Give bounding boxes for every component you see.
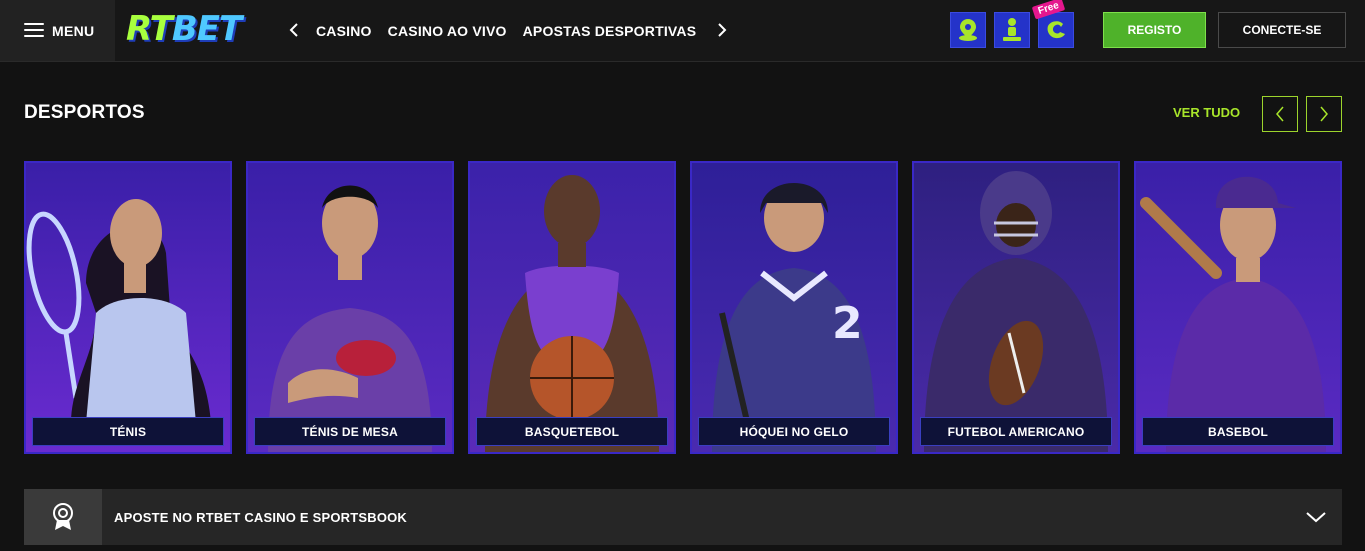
main-nav: CASINO CASINO AO VIVO APOSTAS DESPORTIVA…	[316, 0, 696, 61]
user-support-icon[interactable]	[994, 12, 1030, 48]
sport-card-tennis[interactable]: TÉNIS	[24, 161, 232, 454]
nav-sports-betting[interactable]: APOSTAS DESPORTIVAS	[523, 23, 697, 39]
login-button[interactable]: CONECTE-SE	[1218, 12, 1346, 48]
sport-card-ice-hockey[interactable]: 2 HÓQUEI NO GELO	[690, 161, 898, 454]
sport-card-basketball[interactable]: BASQUETEBOL	[468, 161, 676, 454]
award-badge-icon	[24, 489, 102, 545]
sport-label: FUTEBOL AMERICANO	[920, 417, 1112, 446]
chevron-left-icon	[1276, 106, 1284, 122]
sport-label: BASQUETEBOL	[476, 417, 668, 446]
site-logo[interactable]: RTBET	[126, 9, 242, 49]
baseball-player-image	[1136, 163, 1340, 452]
accordion-title: APOSTE NO RTBET CASINO E SPORTSBOOK	[114, 510, 408, 525]
nav-prev-arrow-icon[interactable]	[286, 19, 302, 41]
tennis-player-image	[26, 163, 230, 452]
sport-card-baseball[interactable]: BASEBOL	[1134, 161, 1342, 454]
carousel-prev-button[interactable]	[1262, 96, 1298, 132]
menu-label: MENU	[52, 22, 95, 39]
nav-casino[interactable]: CASINO	[316, 23, 372, 39]
chevron-down-icon[interactable]	[1304, 505, 1328, 529]
american-football-player-image	[914, 163, 1118, 452]
basketball-player-image	[470, 163, 674, 452]
sports-carousel: TÉNIS TÉNIS DE MESA BASQUETEBOL 2 HÓQUEI…	[24, 161, 1342, 454]
section-title: DESPORTOS	[24, 102, 145, 123]
info-accordion[interactable]: APOSTE NO RTBET CASINO E SPORTSBOOK	[24, 489, 1342, 545]
table-tennis-player-image	[248, 163, 452, 452]
sport-card-american-football[interactable]: FUTEBOL AMERICANO	[912, 161, 1120, 454]
chevron-right-icon	[1320, 106, 1328, 122]
menu-button[interactable]: MENU	[0, 0, 115, 61]
map-pin-icon[interactable]	[950, 12, 986, 48]
register-button[interactable]: REGISTO	[1103, 12, 1206, 48]
free-coin-icon[interactable]	[1038, 12, 1074, 48]
top-header: MENU RTBET CASINO CASINO AO VIVO APOSTAS…	[0, 0, 1365, 62]
view-all-link[interactable]: VER TUDO	[1173, 105, 1240, 120]
nav-live-casino[interactable]: CASINO AO VIVO	[388, 23, 507, 39]
svg-text:2: 2	[832, 298, 863, 349]
sport-label: TÉNIS	[32, 417, 224, 446]
sport-card-table-tennis[interactable]: TÉNIS DE MESA	[246, 161, 454, 454]
logo-bet: BET	[171, 9, 242, 49]
logo-rt: RT	[126, 9, 173, 49]
sport-label: BASEBOL	[1142, 417, 1334, 446]
nav-next-arrow-icon[interactable]	[714, 19, 730, 41]
ice-hockey-player-image: 2	[692, 163, 896, 452]
sport-label: HÓQUEI NO GELO	[698, 417, 890, 446]
carousel-next-button[interactable]	[1306, 96, 1342, 132]
sport-label: TÉNIS DE MESA	[254, 417, 446, 446]
hamburger-icon	[24, 23, 44, 38]
